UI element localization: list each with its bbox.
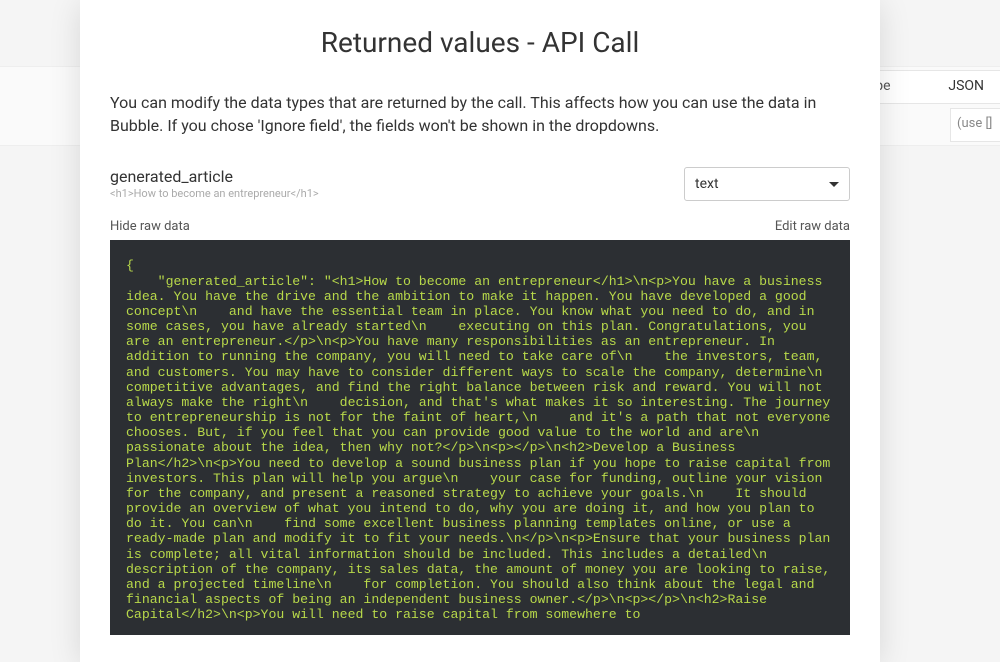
background-use-text: (use [] (957, 116, 992, 131)
modal-title: Returned values - API Call (80, 0, 880, 67)
field-preview: <h1>How to become an entrepreneur</h1> (110, 187, 664, 200)
returned-values-modal: Returned values - API Call You can modif… (80, 0, 880, 662)
raw-data-box[interactable]: { "generated_article": "<h1>How to becom… (110, 240, 850, 635)
background-type-value: JSON (948, 78, 984, 94)
modal-description: You can modify the data types that are r… (110, 91, 850, 137)
field-type-select[interactable]: text (684, 167, 850, 201)
field-info: generated_article <h1>How to become an e… (110, 167, 684, 200)
hide-raw-data-link[interactable]: Hide raw data (110, 219, 190, 234)
raw-data-bar: Hide raw data Edit raw data (110, 219, 850, 234)
field-type-selected: text (695, 176, 719, 192)
modal-body: You can modify the data types that are r… (80, 67, 880, 635)
edit-raw-data-link[interactable]: Edit raw data (775, 219, 850, 234)
field-row: generated_article <h1>How to become an e… (110, 167, 850, 201)
field-name: generated_article (110, 167, 664, 186)
background-use-box: (use [] (950, 108, 1000, 142)
chevron-down-icon (829, 182, 839, 187)
